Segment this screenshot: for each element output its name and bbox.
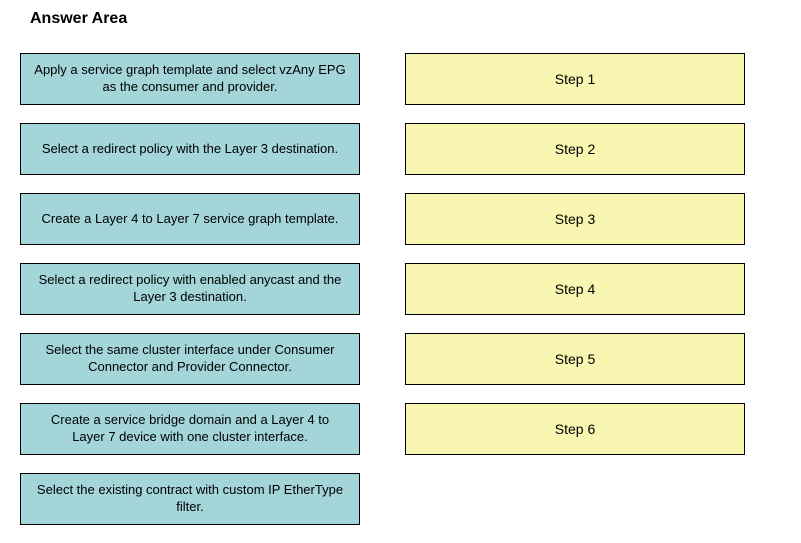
step-slot[interactable]: Step 5 bbox=[405, 333, 745, 385]
step-slot[interactable]: Step 3 bbox=[405, 193, 745, 245]
answer-area-title: Answer Area bbox=[30, 10, 781, 28]
step-slot[interactable]: Step 2 bbox=[405, 123, 745, 175]
option-item[interactable]: Select a redirect policy with the Layer … bbox=[20, 123, 360, 175]
option-item[interactable]: Select the same cluster interface under … bbox=[20, 333, 360, 385]
step-slot[interactable]: Step 6 bbox=[405, 403, 745, 455]
options-column: Apply a service graph template and selec… bbox=[20, 53, 360, 525]
option-item[interactable]: Select a redirect policy with enabled an… bbox=[20, 263, 360, 315]
option-item[interactable]: Select the existing contract with custom… bbox=[20, 473, 360, 525]
option-item[interactable]: Create a service bridge domain and a Lay… bbox=[20, 403, 360, 455]
steps-column: Step 1 Step 2 Step 3 Step 4 Step 5 Step … bbox=[405, 53, 745, 525]
option-item[interactable]: Apply a service graph template and selec… bbox=[20, 53, 360, 105]
main-container: Apply a service graph template and selec… bbox=[20, 53, 781, 525]
option-item[interactable]: Create a Layer 4 to Layer 7 service grap… bbox=[20, 193, 360, 245]
step-slot[interactable]: Step 4 bbox=[405, 263, 745, 315]
step-slot[interactable]: Step 1 bbox=[405, 53, 745, 105]
